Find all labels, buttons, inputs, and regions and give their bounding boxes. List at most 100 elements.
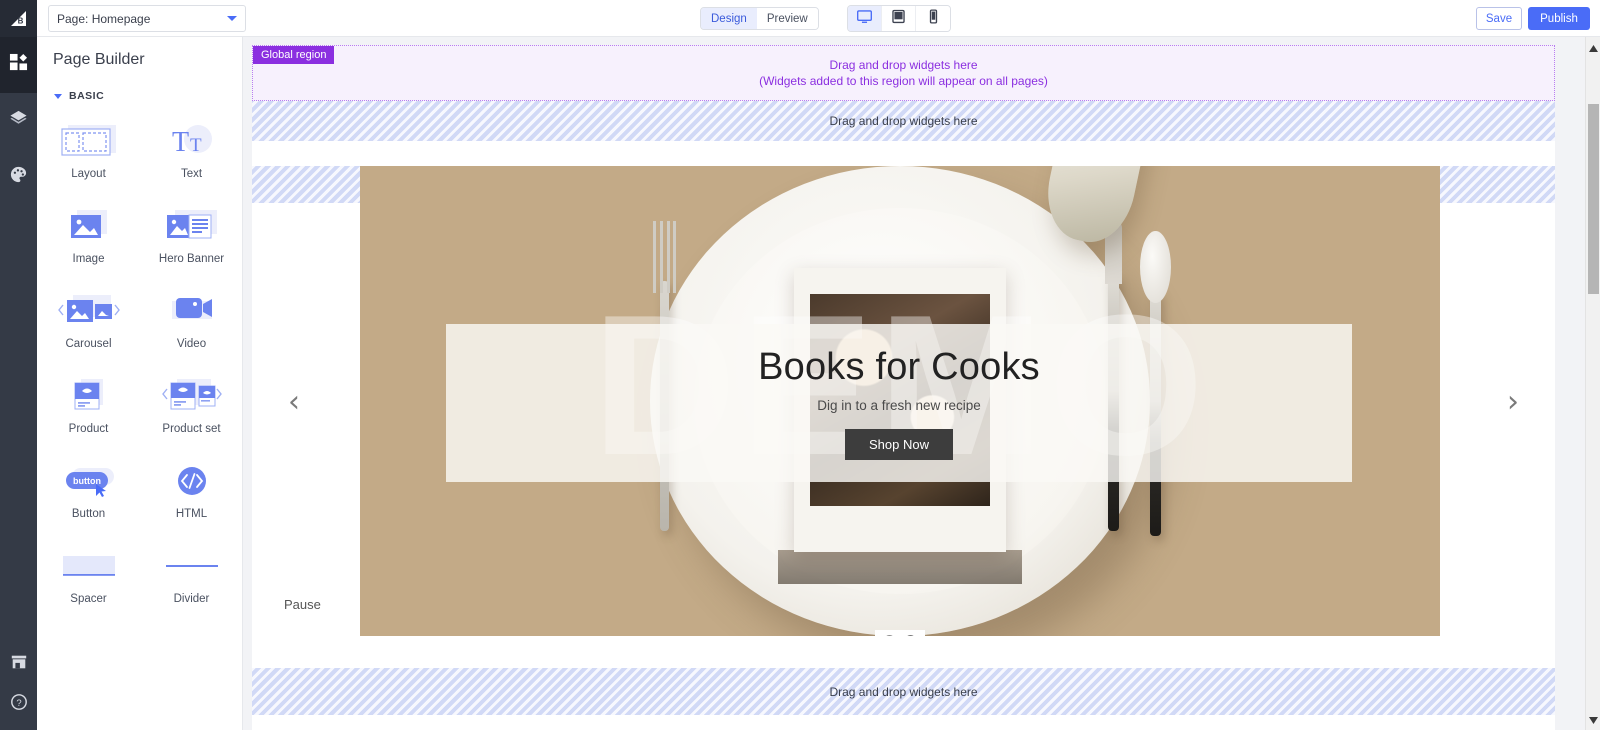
save-button[interactable]: Save [1476,7,1522,30]
button-icon: button [60,459,118,503]
widget-html[interactable]: HTML [140,449,243,520]
global-region-line-1: Drag and drop widgets here [829,58,978,72]
hero-subtitle: Dig in to a fresh new recipe [817,398,981,413]
builder-logo-icon[interactable]: B [0,0,37,37]
store-icon [10,653,28,676]
dropzone-top[interactable]: Drag and drop widgets here [252,101,1555,141]
widget-spacer[interactable]: Spacer [37,534,140,605]
chevron-down-icon [54,93,62,99]
hero-banner-icon [161,204,223,248]
canvas-gap-2 [252,638,1555,668]
text-icon: T T [166,119,218,163]
rail-item-store[interactable] [0,644,37,684]
carousel-pause-button[interactable]: Pause [284,597,321,612]
publish-button[interactable]: Publish [1528,7,1590,30]
svg-text:T: T [190,135,202,156]
device-tablet-button[interactable] [882,6,916,31]
device-mobile-button[interactable] [916,6,950,31]
hero-section-row: DEMO Books for Cooks Dig in to a fresh n… [252,166,1555,638]
page-builder-app: B ? Page: Homepage Design Preview Save P… [0,0,1600,730]
rail-bottom-items: ? [0,644,37,724]
widget-product-set[interactable]: Product set [140,364,243,435]
dropzone-label: Drag and drop widgets here [829,684,978,699]
top-toolbar: Page: Homepage Design Preview Save Publi… [37,0,1600,37]
widget-label: Video [176,338,207,350]
dropzone-bottom[interactable]: Drag and drop widgets here [252,668,1555,715]
widget-hero-banner[interactable]: Hero Banner [140,194,243,265]
widget-panel: Page Builder BASIC Layout T T Text Image… [37,37,243,730]
widget-label: Layout [71,168,106,180]
chevron-left-icon[interactable]: ‹ [288,385,300,420]
svg-text:B: B [18,17,24,26]
svg-text:button: button [73,476,101,486]
widget-layout[interactable]: Layout [37,109,140,180]
widget-carousel[interactable]: Carousel [37,279,140,350]
tab-design[interactable]: Design [701,8,757,29]
hero-carousel[interactable]: DEMO Books for Cooks Dig in to a fresh n… [360,166,1440,636]
widget-button[interactable]: button Button [37,449,140,520]
layers-icon [9,109,28,133]
spacer-icon [58,544,120,588]
widget-video[interactable]: Video [140,279,243,350]
product-icon [63,374,115,418]
scroll-down-icon[interactable] [1586,713,1600,728]
mode-toggle: Design Preview [700,7,819,30]
widget-divider[interactable]: Divider [140,534,243,605]
rail-item-theme[interactable] [0,149,37,205]
widget-label: Text [180,168,203,180]
shop-now-button[interactable]: Shop Now [845,429,953,460]
widget-label: Button [71,508,106,520]
chevron-right-icon[interactable]: › [1507,385,1519,420]
global-region-badge: Global region [253,46,335,64]
widget-image[interactable]: Image [37,194,140,265]
global-region-line-2: (Widgets added to this region will appea… [759,74,1048,88]
scrollbar-thumb[interactable] [1588,104,1599,294]
carousel-dot-1[interactable] [884,635,895,636]
rail-item-layers[interactable] [0,93,37,149]
global-region[interactable]: Global region Drag and drop widgets here… [252,45,1555,101]
widget-label: Carousel [65,338,112,350]
help-circle-icon: ? [10,693,28,716]
svg-text:T: T [172,127,189,158]
page-canvas: Global region Drag and drop widgets here… [252,45,1555,730]
widget-label: Divider [173,593,210,605]
rail-item-help[interactable]: ? [0,684,37,724]
tab-preview[interactable]: Preview [756,8,818,29]
palette-icon [9,165,28,189]
carousel-icon [55,289,123,333]
desktop-icon [856,8,873,30]
widget-group-label: BASIC [69,90,105,102]
device-desktop-button[interactable] [848,6,882,31]
scroll-up-icon[interactable] [1586,41,1600,56]
widget-label: Product set [162,423,221,435]
mobile-icon [925,8,942,30]
product-set-icon [157,374,227,418]
widget-label: Hero Banner [158,253,225,265]
widget-label: Image [72,253,105,265]
layout-icon [60,119,118,163]
widget-product[interactable]: Product [37,364,140,435]
device-toggle [847,5,951,32]
chevron-down-icon [227,16,237,21]
svg-text:?: ? [16,697,21,708]
image-icon [63,204,115,248]
widget-label: Spacer [70,593,107,605]
tab-design-label: Design [711,12,747,25]
page-title: Page Builder [53,51,145,68]
canvas-viewport: Global region Drag and drop widgets here… [243,37,1600,730]
canvas-gap-1 [252,141,1555,166]
carousel-dot-2[interactable] [905,635,916,636]
widget-grid: Layout T T Text Image Hero Banner Carous… [37,109,243,605]
book-stack [778,550,1022,584]
canvas-scrollbar[interactable] [1585,37,1600,730]
page-selector[interactable]: Page: Homepage [48,5,246,32]
tab-preview-label: Preview [766,12,808,25]
carousel-dots [875,630,925,636]
widget-label: Product [68,423,109,435]
hero-content-overlay: Books for Cooks Dig in to a fresh new re… [446,324,1352,482]
widget-group-basic[interactable]: BASIC [54,90,104,102]
widget-text[interactable]: T T Text [140,109,243,180]
rail-item-widgets[interactable] [0,37,37,93]
video-icon [164,289,220,333]
widget-label: HTML [175,508,208,520]
